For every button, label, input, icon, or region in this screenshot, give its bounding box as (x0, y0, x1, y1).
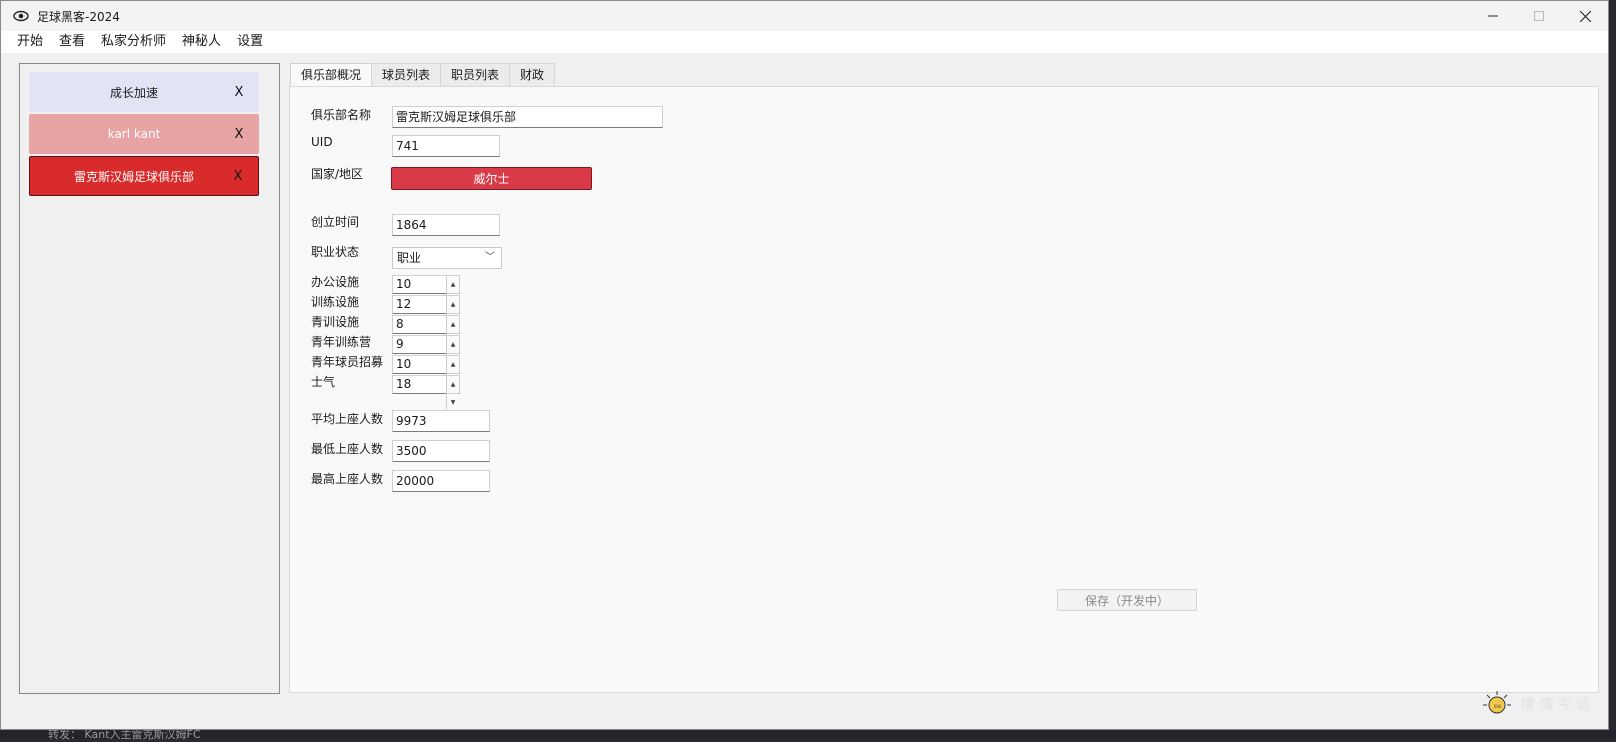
stepper-value: 18 (396, 377, 412, 391)
watermark-text: 懂 懂 今 值 (1520, 697, 1590, 713)
stepper-up-icon[interactable]: ▲ (446, 316, 459, 334)
sidebar-card-person[interactable]: karl kant X (29, 114, 259, 154)
tab-club-overview[interactable]: 俱乐部概况 (290, 63, 373, 87)
save-button[interactable]: 保存（开发中） (1057, 589, 1197, 611)
stepper-up-icon[interactable]: ▲ (446, 336, 459, 354)
close-card-button[interactable]: X (219, 127, 259, 142)
uid-field[interactable]: 741 (392, 135, 500, 157)
youth-recruitment-stepper[interactable]: 10 ▲▼ (392, 355, 460, 392)
office-facility-stepper[interactable]: 10 ▲▼ (392, 275, 460, 312)
tab-bar: 俱乐部概况 球员列表 职员列表 财政 (290, 63, 556, 87)
uid-label: UID (311, 135, 333, 149)
stepper-up-icon[interactable]: ▲ (446, 356, 459, 374)
stepper-value: 10 (396, 277, 412, 291)
status-label: 职业状态 (311, 245, 360, 259)
founded-field[interactable]: 1864 (392, 214, 500, 236)
maximize-button[interactable] (1516, 1, 1562, 31)
stepper-up-icon[interactable]: ▲ (446, 376, 459, 394)
avg-attendance-field[interactable]: 9973 (392, 410, 490, 432)
max-attendance-field[interactable]: 20000 (392, 470, 490, 492)
morale-stepper[interactable]: 18 ▲ ▼ (392, 375, 460, 412)
svg-text:DS: DS (1494, 704, 1502, 710)
minimize-button[interactable] (1470, 1, 1516, 31)
founded-label: 创立时间 (311, 215, 360, 229)
sun-logo-icon: DS (1482, 691, 1511, 714)
menu-settings[interactable]: 设置 (229, 31, 271, 53)
menu-private-analyst[interactable]: 私家分析师 (93, 31, 174, 53)
morale-label: 士气 (311, 375, 336, 389)
min-attendance-field[interactable]: 3500 (392, 440, 490, 462)
country-label: 国家/地区 (311, 167, 364, 181)
stepper-value: 8 (396, 317, 404, 331)
status-select-value: 职业 (397, 251, 422, 265)
status-select[interactable]: 职业 ﹀ (392, 247, 502, 269)
club-name-label: 俱乐部名称 (311, 108, 372, 122)
close-window-button[interactable] (1562, 1, 1608, 31)
country-button[interactable]: 威尔士 (391, 167, 592, 190)
stepper-value: 9 (396, 337, 404, 351)
stepper-value: 12 (396, 297, 412, 311)
youth-camp-label: 青年训练营 (311, 335, 372, 349)
sidebar-card-label: 成长加速 (109, 85, 158, 100)
office-facility-label: 办公设施 (311, 275, 360, 289)
sidebar-card-label: 雷克斯汉姆足球俱乐部 (73, 169, 194, 184)
tab-staff-list[interactable]: 职员列表 (440, 63, 511, 86)
youth-camp-stepper[interactable]: 9 ▲▼ (392, 335, 460, 372)
stepper-up-icon[interactable]: ▲ (446, 276, 459, 294)
tab-finance[interactable]: 财政 (509, 63, 556, 86)
close-card-button[interactable]: X (218, 169, 258, 184)
avg-attendance-label: 平均上座人数 (311, 412, 384, 426)
club-name-field[interactable]: 雷克斯汉姆足球俱乐部 (392, 106, 663, 128)
youth-recruitment-label: 青年球员招募 (311, 355, 384, 369)
menu-start[interactable]: 开始 (9, 31, 51, 53)
close-card-button[interactable]: X (219, 85, 259, 100)
window-title: 足球黑客-2024 (37, 9, 120, 24)
youth-facility-stepper[interactable]: 8 ▲▼ (392, 315, 460, 352)
title-bar: 足球黑客-2024 (1, 1, 1608, 31)
min-attendance-label: 最低上座人数 (311, 442, 384, 456)
sidebar-card-label: karl kant (107, 127, 161, 141)
app-window: 足球黑客-2024 开始 查看 私家分析师 神秘人 设置 成长加速 X karl… (0, 0, 1609, 730)
sidebar-card-growth-boost[interactable]: 成长加速 X (29, 72, 259, 112)
stepper-up-icon[interactable]: ▲ (446, 296, 459, 314)
sidebar-card-club[interactable]: 雷克斯汉姆足球俱乐部 X (29, 156, 259, 196)
club-overview-panel: 俱乐部名称 雷克斯汉姆足球俱乐部 UID 741 国家/地区 威尔士 创立时间 … (289, 86, 1599, 693)
training-facility-stepper[interactable]: 12 ▲▼ (392, 295, 460, 332)
youth-facility-label: 青训设施 (311, 315, 360, 329)
eye-icon (13, 8, 29, 24)
window-controls (1470, 1, 1608, 31)
watermark: DS 懂 懂 今 值 (1479, 689, 1590, 719)
stepper-value: 10 (396, 357, 412, 371)
chevron-down-icon: ﹀ (485, 252, 495, 263)
menu-view[interactable]: 查看 (51, 31, 93, 53)
tab-player-list[interactable]: 球员列表 (371, 63, 442, 86)
sidebar: 成长加速 X karl kant X 雷克斯汉姆足球俱乐部 X (19, 63, 280, 694)
training-facility-label: 训练设施 (311, 295, 360, 309)
menu-bar: 开始 查看 私家分析师 神秘人 设置 (1, 31, 1608, 53)
background-strip (0, 730, 1616, 739)
menu-mystery-man[interactable]: 神秘人 (174, 31, 229, 53)
max-attendance-label: 最高上座人数 (311, 472, 384, 486)
